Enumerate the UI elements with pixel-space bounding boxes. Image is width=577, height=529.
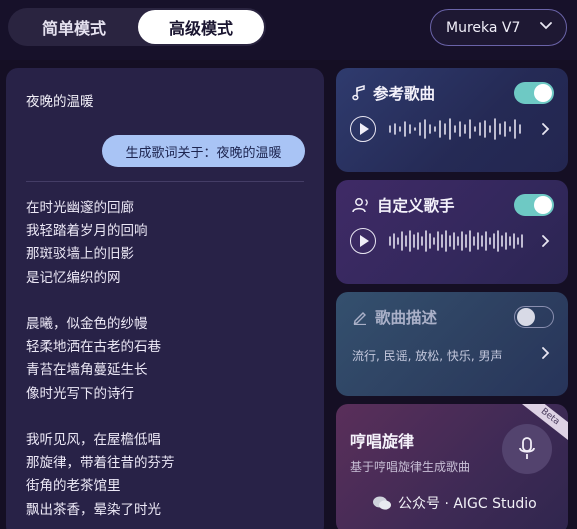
humming-subtitle: 基于哼唱旋律生成歌曲 (350, 460, 471, 474)
custom-singer-card: 自定义歌手 (336, 180, 568, 284)
reference-song-title: 参考歌曲 (373, 85, 436, 103)
waveform-icon (389, 118, 521, 140)
lyric-line: 我听见风，在屋檐低唱 (26, 432, 161, 448)
watermark-text: 公众号 · AIGC Studio (398, 496, 537, 512)
waveform-icon (389, 230, 523, 252)
custom-singer-toggle[interactable] (514, 194, 554, 216)
humming-title: 哼唱旋律 (350, 432, 415, 451)
watermark: 公众号 · AIGC Studio (372, 493, 537, 513)
reference-song-toggle[interactable] (514, 82, 554, 104)
lyric-line: 那旋律，带着往昔的芬芳 (26, 455, 175, 472)
reference-play-button[interactable] (350, 116, 376, 142)
lyrics-panel: 夜晚的温暖 生成歌词关于：夜晚的温暖 在时光幽邃的回廊 我轻踏着岁月的回响 那斑驳墙… (6, 68, 324, 529)
lyric-line: 那斑驳墙上的旧影 (26, 246, 134, 263)
lyric-line: 晨曦，似金色的纱幔 (26, 316, 148, 332)
mode-switch: 简单模式 高级模式 (8, 8, 266, 46)
reference-song-card: 参考歌曲 (336, 68, 568, 172)
microphone-icon (519, 437, 535, 459)
song-description-toggle[interactable] (514, 306, 554, 328)
pencil-icon (353, 312, 366, 325)
model-label: Mureka V7 (446, 19, 521, 36)
divider (26, 181, 304, 182)
lyric-line: 轻柔地洒在古老的石巷 (26, 339, 161, 356)
lyric-line: 像时光写下的诗行 (26, 385, 134, 402)
lyric-line: 在时光幽邃的回廊 (26, 200, 134, 216)
lyric-line: 我轻踏着岁月的回响 (26, 223, 148, 240)
microphone-button[interactable] (502, 424, 552, 474)
song-description-card: 歌曲描述 流行, 民谣, 放松, 快乐, 男声 (336, 292, 568, 396)
simple-mode-tab[interactable]: 简单模式 (10, 10, 138, 44)
lyric-line: 青苔在墙角蔓延生长 (26, 362, 148, 379)
lyric-line: 街角的老茶馆里 (26, 478, 121, 495)
chevron-right-icon[interactable] (542, 235, 550, 247)
chevron-down-icon (540, 22, 552, 30)
chevron-right-icon[interactable] (542, 347, 550, 359)
model-select[interactable]: Mureka V7 (430, 9, 567, 46)
chevron-right-icon[interactable] (542, 123, 550, 135)
lyrics-prompt-chip[interactable]: 生成歌词关于：夜晚的温暖 (102, 135, 305, 167)
music-note-icon (352, 85, 365, 101)
lyric-line: 是记忆编织的网 (26, 269, 121, 286)
singer-play-button[interactable] (350, 228, 376, 254)
advanced-mode-tab[interactable]: 高级模式 (138, 10, 264, 44)
song-description-title: 歌曲描述 (375, 309, 438, 327)
user-voice-icon (352, 198, 368, 213)
description-tags: 流行, 民谣, 放松, 快乐, 男声 (352, 349, 503, 363)
lyrics-title: 夜晚的温暖 (26, 94, 94, 110)
custom-singer-title: 自定义歌手 (377, 197, 455, 215)
wechat-icon (373, 496, 391, 510)
lyric-line: 飘出茶香，晕染了时光 (26, 501, 161, 518)
